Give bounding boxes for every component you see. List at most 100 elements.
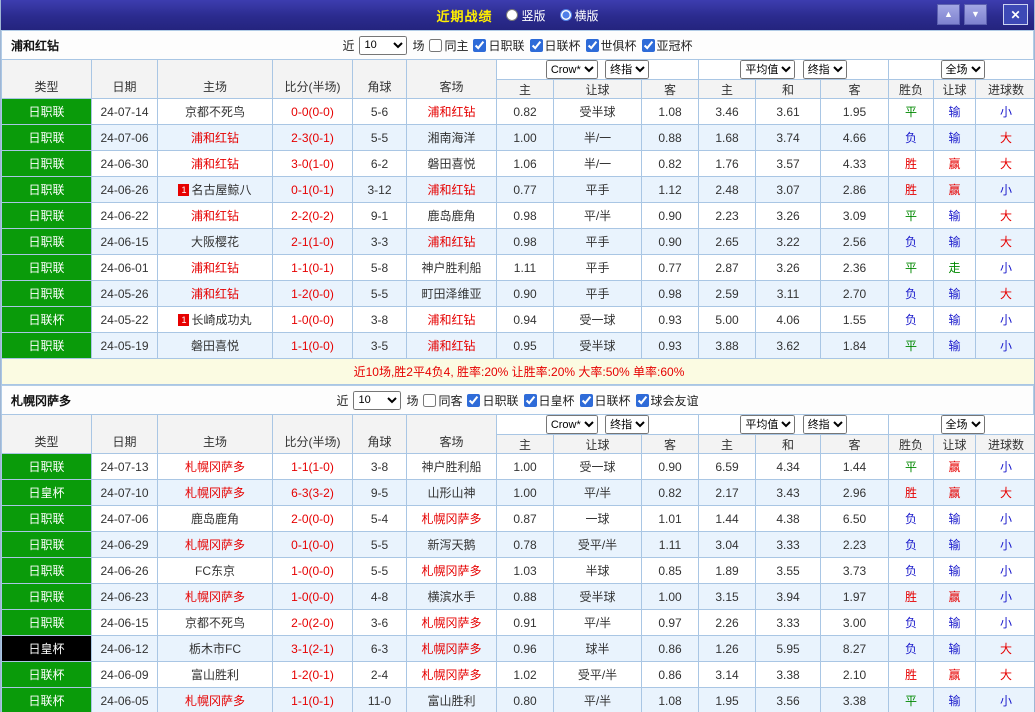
same-venue-checkbox[interactable] bbox=[423, 393, 437, 407]
score-cell: 1-1(0-1) bbox=[272, 254, 353, 281]
goals-result-cell: 小 bbox=[975, 176, 1034, 203]
same-venue-filter[interactable]: 同主 bbox=[429, 37, 468, 54]
league-filter[interactable]: 日职联 bbox=[473, 37, 525, 54]
team-name[interactable]: 大阪樱花 bbox=[191, 235, 239, 249]
team-name[interactable]: 浦和红钻 bbox=[191, 131, 239, 145]
team-name[interactable]: 札幌冈萨多 bbox=[185, 694, 245, 708]
team-name[interactable]: 浦和红钻 bbox=[191, 157, 239, 171]
league-filter-checkbox[interactable] bbox=[579, 393, 593, 407]
near-count-select[interactable]: 10 bbox=[359, 35, 408, 55]
league-filter-checkbox[interactable] bbox=[473, 38, 487, 52]
fulltime-select[interactable]: 全场 bbox=[940, 60, 985, 79]
team-name[interactable]: 浦和红钻 bbox=[427, 183, 475, 197]
layout-option-vertical[interactable]: 竖版 bbox=[506, 7, 546, 24]
team-name[interactable]: 鹿岛鹿角 bbox=[427, 209, 475, 223]
home-team-cell: 浦和红钻 bbox=[157, 254, 273, 281]
result-cell: 负 bbox=[888, 280, 935, 307]
team-name[interactable]: 札幌冈萨多 bbox=[185, 538, 245, 552]
scroll-up-button[interactable]: ▲ bbox=[937, 4, 960, 25]
team-name[interactable]: 长崎成功丸 bbox=[191, 313, 251, 327]
league-type-cell: 日职联 bbox=[1, 150, 92, 177]
ah-index-select[interactable]: 终指 bbox=[605, 60, 650, 79]
team-name[interactable]: 横滨水手 bbox=[427, 590, 475, 604]
team-name[interactable]: 札幌冈萨多 bbox=[421, 616, 481, 630]
average-select[interactable]: 平均值 bbox=[740, 415, 796, 434]
league-filter[interactable]: 日联杯 bbox=[579, 392, 631, 409]
layout-option-horizontal[interactable]: 横版 bbox=[559, 7, 599, 24]
team-name[interactable]: 京都不死鸟 bbox=[185, 616, 245, 630]
team-name[interactable]: 札幌冈萨多 bbox=[421, 564, 481, 578]
team-name[interactable]: 磐田喜悦 bbox=[191, 339, 239, 353]
bookmaker-select[interactable]: Crow* bbox=[545, 415, 598, 434]
team-name[interactable]: 湘南海洋 bbox=[427, 131, 475, 145]
fulltime-select[interactable]: 全场 bbox=[940, 415, 985, 434]
team-name[interactable]: 浦和红钻 bbox=[427, 235, 475, 249]
team-name[interactable]: 名古屋鲸八 bbox=[191, 183, 251, 197]
league-filter-checkbox[interactable] bbox=[641, 38, 655, 52]
vertical-layout-radio[interactable] bbox=[506, 9, 519, 21]
close-button[interactable]: ✕ bbox=[1003, 4, 1028, 25]
team-name[interactable]: 山形山神 bbox=[427, 486, 475, 500]
league-filter[interactable]: 亚冠杯 bbox=[641, 37, 693, 54]
league-type-cell: 日职联 bbox=[1, 505, 92, 532]
team-name[interactable]: 神户胜利船 bbox=[421, 261, 481, 275]
handicap-result-cell: 输 bbox=[933, 531, 977, 558]
match-row: 日职联 24-06-15 京都不死鸟 2-0(2-0) 3-6 札幌冈萨多 0.91 平/半 0… bbox=[1, 609, 1034, 636]
team-name[interactable]: 京都不死鸟 bbox=[185, 105, 245, 119]
league-filter-checkbox[interactable] bbox=[529, 38, 543, 52]
ah-index-select[interactable]: 终指 bbox=[605, 415, 650, 434]
league-filter-checkbox[interactable] bbox=[467, 393, 481, 407]
league-type-cell: 日职联 bbox=[1, 332, 92, 359]
ah-away-odds-cell: 1.01 bbox=[640, 505, 700, 532]
team-name[interactable]: 札幌冈萨多 bbox=[421, 642, 481, 656]
league-filter[interactable]: 日联杯 bbox=[529, 37, 581, 54]
league-filter[interactable]: 世俱杯 bbox=[585, 37, 637, 54]
team-name[interactable]: 町田泽维亚 bbox=[421, 287, 481, 301]
team-name[interactable]: 札幌冈萨多 bbox=[421, 668, 481, 682]
team-name[interactable]: 富山胜利 bbox=[191, 668, 239, 682]
match-date-cell: 24-06-09 bbox=[91, 661, 158, 688]
team-name[interactable]: 札幌冈萨多 bbox=[185, 590, 245, 604]
league-filter[interactable]: 球会友谊 bbox=[635, 392, 699, 409]
league-filter[interactable]: 日皇杯 bbox=[523, 392, 575, 409]
team-name[interactable]: 浦和红钻 bbox=[191, 209, 239, 223]
eu-home-odds-cell: 2.48 bbox=[698, 176, 757, 203]
match-row: 日皇杯 24-07-10 札幌冈萨多 6-3(3-2) 9-5 山形山神 1.00 平/半 0.… bbox=[1, 479, 1034, 506]
team-name[interactable]: 札幌冈萨多 bbox=[421, 512, 481, 526]
team-name[interactable]: 浦和红钻 bbox=[427, 105, 475, 119]
league-filter-checkbox[interactable] bbox=[635, 393, 649, 407]
ah-line-cell: 平/半 bbox=[553, 609, 642, 636]
bookmaker-select[interactable]: Crow* bbox=[545, 60, 598, 79]
league-filter-checkbox[interactable] bbox=[585, 38, 599, 52]
team-name[interactable]: 浦和红钻 bbox=[427, 339, 475, 353]
team-name[interactable]: 新泻天鹅 bbox=[427, 538, 475, 552]
team-name[interactable]: 浦和红钻 bbox=[427, 313, 475, 327]
team-name[interactable]: 浦和红钻 bbox=[191, 261, 239, 275]
eu-away-odds-cell: 2.56 bbox=[820, 228, 890, 255]
eu-index-select[interactable]: 终指 bbox=[802, 415, 847, 434]
col-goals: 进球数 bbox=[975, 434, 1034, 454]
average-select[interactable]: 平均值 bbox=[740, 60, 796, 79]
team-name[interactable]: 札幌冈萨多 bbox=[185, 460, 245, 474]
col-result: 胜负 bbox=[888, 434, 935, 454]
col-eu-away: 客 bbox=[820, 79, 890, 99]
eu-index-select[interactable]: 终指 bbox=[802, 60, 847, 79]
horizontal-layout-radio[interactable] bbox=[559, 9, 572, 21]
league-filter[interactable]: 日职联 bbox=[467, 392, 519, 409]
team-name[interactable]: 神户胜利船 bbox=[421, 460, 481, 474]
near-count-select[interactable]: 10 bbox=[353, 390, 402, 410]
team-name[interactable]: FC东京 bbox=[195, 564, 235, 578]
scroll-down-button[interactable]: ▼ bbox=[964, 4, 987, 25]
same-venue-checkbox[interactable] bbox=[429, 38, 443, 52]
same-venue-filter[interactable]: 同客 bbox=[423, 392, 462, 409]
eu-away-odds-cell: 3.00 bbox=[820, 609, 890, 636]
match-date-cell: 24-07-06 bbox=[91, 124, 158, 151]
team-name[interactable]: 鹿岛鹿角 bbox=[191, 512, 239, 526]
home-team-cell: 栃木市FC bbox=[157, 635, 273, 662]
team-name[interactable]: 富山胜利 bbox=[427, 694, 475, 708]
team-name[interactable]: 磐田喜悦 bbox=[427, 157, 475, 171]
team-name[interactable]: 栃木市FC bbox=[189, 642, 241, 656]
league-filter-checkbox[interactable] bbox=[523, 393, 537, 407]
team-name[interactable]: 浦和红钻 bbox=[191, 287, 239, 301]
team-name[interactable]: 札幌冈萨多 bbox=[185, 486, 245, 500]
